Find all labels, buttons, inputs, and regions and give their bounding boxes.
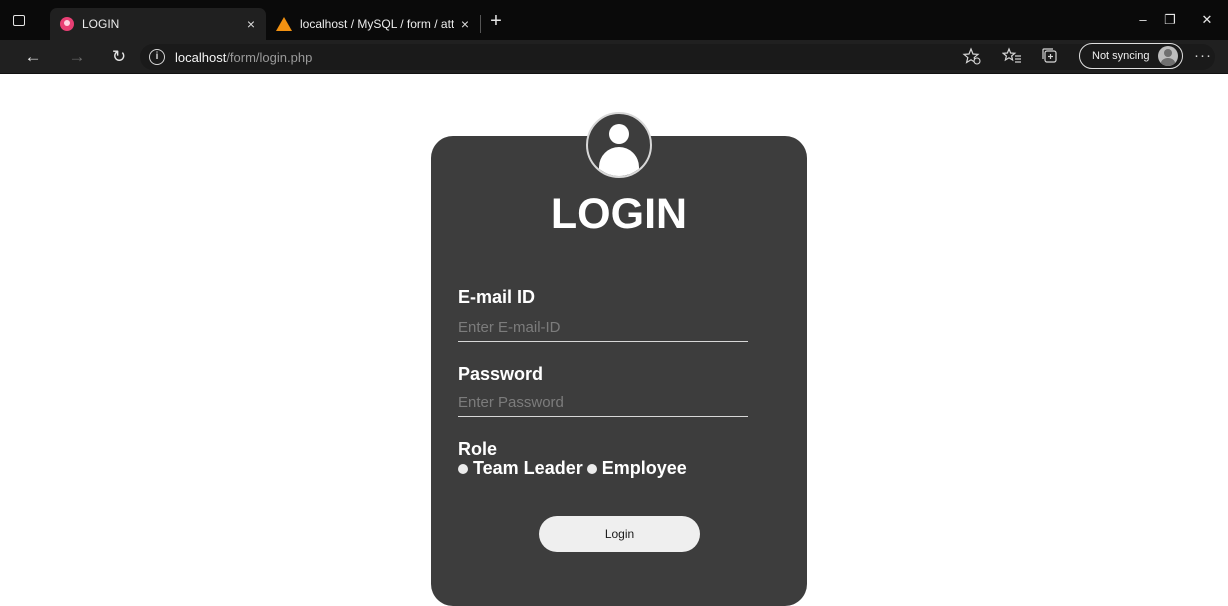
password-label: Password <box>458 364 544 384</box>
url-host: localhost <box>175 50 227 65</box>
collections-icon[interactable] <box>1040 46 1060 66</box>
new-tab-button[interactable]: + <box>486 11 506 31</box>
tab-actions-icon[interactable] <box>13 15 25 26</box>
password-field[interactable] <box>458 389 748 417</box>
url-text[interactable]: localhost/form/login.php <box>175 50 312 65</box>
radio-employee[interactable] <box>586 463 597 474</box>
login-button[interactable]: Login <box>539 516 700 552</box>
email-field[interactable] <box>458 314 748 342</box>
profile-sync-button[interactable]: Not syncing <box>1079 43 1183 69</box>
close-window-button[interactable]: ✕ <box>1192 10 1222 30</box>
user-avatar-icon <box>586 112 652 178</box>
back-button[interactable]: ← <box>22 46 44 68</box>
tab-bar: LOGIN × localhost / MySQL / form / atten… <box>0 0 1228 40</box>
tab-title: LOGIN <box>82 17 120 31</box>
radio-team-leader[interactable] <box>458 463 468 474</box>
forward-button[interactable]: → <box>66 46 88 68</box>
refresh-button[interactable]: ↻ <box>108 46 130 68</box>
close-tab-icon[interactable]: × <box>240 16 262 32</box>
login-favicon-icon <box>60 17 74 31</box>
profile-avatar-icon <box>1158 46 1178 66</box>
role-option-team-leader[interactable]: Team Leader <box>458 458 583 479</box>
tab-title: localhost / MySQL / form / atten <box>300 17 454 31</box>
url-path: /form/login.php <box>226 50 313 65</box>
sync-label: Not syncing <box>1092 50 1150 62</box>
phpmyadmin-favicon-icon <box>276 17 292 31</box>
tab-phpmyadmin[interactable]: localhost / MySQL / form / atten × <box>266 8 480 40</box>
browser-toolbar: ← → ↻ i localhost/form/login.php ··· <box>0 40 1228 74</box>
role-label: Role <box>458 439 498 459</box>
tab-divider <box>480 15 481 33</box>
tab-login[interactable]: LOGIN × <box>50 8 266 40</box>
close-tab-icon[interactable]: × <box>454 16 476 32</box>
settings-menu-icon[interactable]: ··· <box>1193 46 1213 66</box>
add-favorite-icon[interactable] <box>962 46 982 66</box>
minimize-button[interactable]: – <box>1128 10 1158 30</box>
role-option-employee[interactable]: Employee <box>586 458 687 479</box>
site-info-icon[interactable]: i <box>149 49 165 65</box>
restore-button[interactable]: ❐ <box>1155 10 1185 30</box>
role-options: Team Leader Employee <box>458 458 691 479</box>
role-option-label: Employee <box>601 458 687 478</box>
favorites-icon[interactable] <box>1002 46 1022 66</box>
email-label: E-mail ID <box>458 287 536 307</box>
login-heading: LOGIN <box>550 190 688 238</box>
role-option-label: Team Leader <box>473 458 583 478</box>
